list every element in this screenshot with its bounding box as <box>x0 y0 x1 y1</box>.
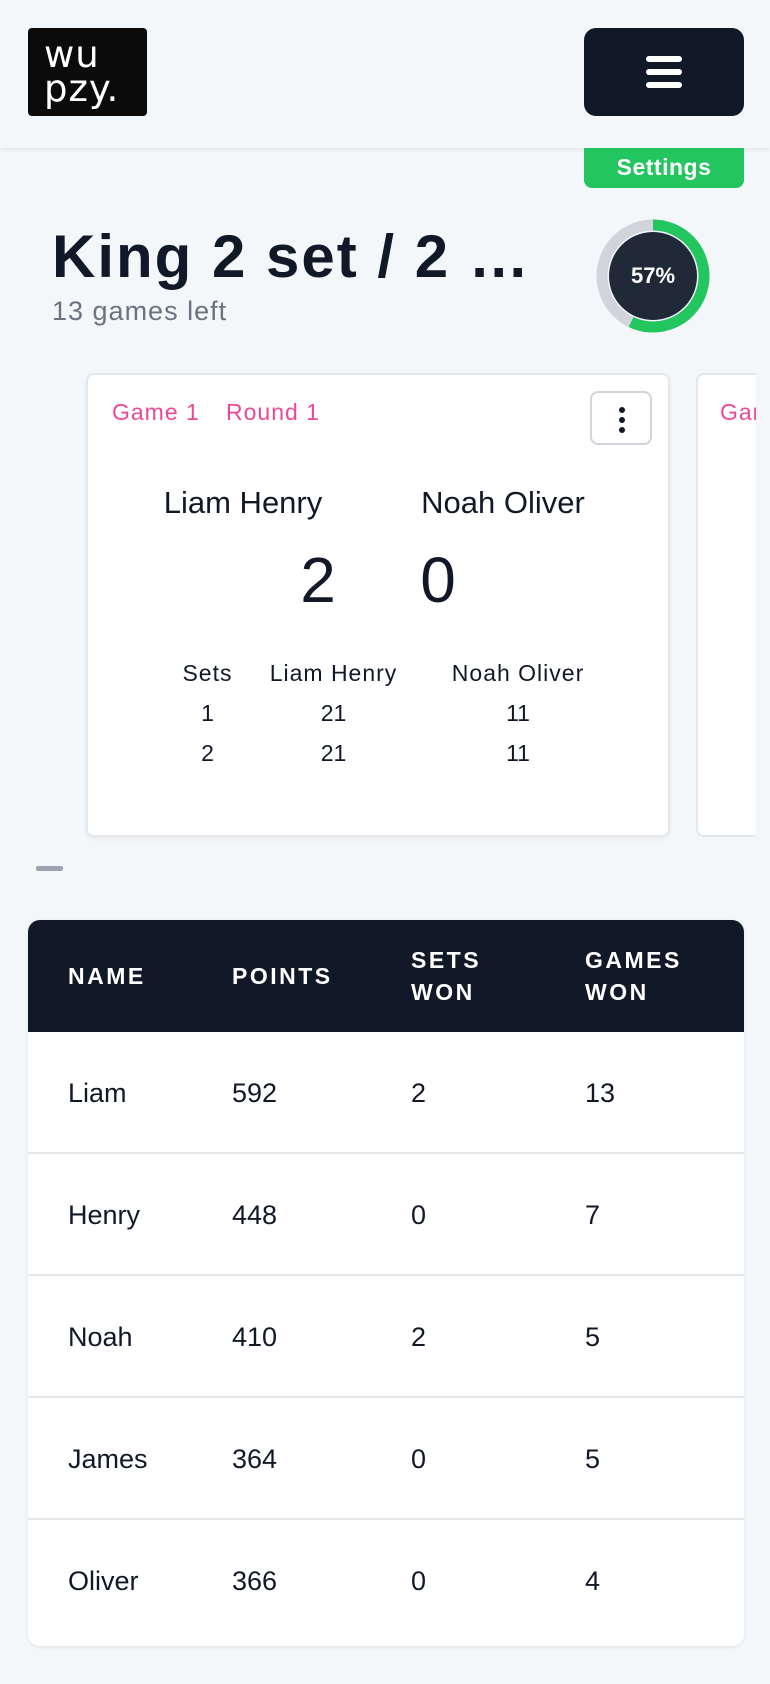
tournament-title: King 2 set / 2 rounds <box>52 223 552 290</box>
menu-button[interactable] <box>584 28 744 116</box>
player-games-won: 5 <box>585 1322 601 1352</box>
table-row[interactable]: Liam 592 2 13 <box>28 1032 744 1154</box>
player-points: 448 <box>232 1200 278 1230</box>
standings-table: Name Points Sets won Games won Liam 592 … <box>28 920 744 1646</box>
set-score-player-two: 11 <box>506 739 530 766</box>
table-row[interactable]: Henry 448 0 7 <box>28 1154 744 1276</box>
logo-line-2: pzy. <box>44 67 120 110</box>
player-name: Oliver <box>68 1566 139 1596</box>
player-games-won: 5 <box>585 1444 601 1474</box>
player-games-won: 7 <box>585 1200 601 1230</box>
sets-won-column-header[interactable]: Sets won <box>411 920 531 1032</box>
settings-button[interactable]: Settings <box>584 148 744 188</box>
player-games-won: 13 <box>585 1078 616 1108</box>
set-score-player-one: 21 <box>320 699 347 726</box>
round-number-label: Round 1 <box>226 399 320 425</box>
wupzy-logo[interactable]: wu pzy. <box>28 28 147 116</box>
player-two-header: Noah Oliver <box>451 659 585 686</box>
sets-header: Sets <box>182 659 233 686</box>
player-name: Henry <box>68 1200 141 1230</box>
table-row[interactable]: James 364 0 5 <box>28 1398 744 1520</box>
player-games-won: 4 <box>585 1566 601 1596</box>
player-name: Noah <box>68 1322 133 1352</box>
player-sets-won: 2 <box>411 1322 427 1352</box>
carousel-indicator[interactable] <box>36 866 63 871</box>
game-card: Game 1 Round 1 Liam Henry Noah Oliver 2 … <box>86 373 670 837</box>
player-one-name: Liam Henry <box>163 485 323 520</box>
player-sets-won: 0 <box>411 1200 427 1230</box>
player-points: 366 <box>232 1566 278 1596</box>
player-two-score: 0 <box>420 544 456 616</box>
player-sets-won: 2 <box>411 1078 427 1108</box>
app-header: wu pzy. <box>0 0 770 148</box>
next-game-card[interactable]: Game 2 <box>696 373 756 837</box>
games-left-text: 13 games left <box>52 296 228 326</box>
games-won-column-header[interactable]: Games won <box>585 920 705 1032</box>
player-two-name: Noah Oliver <box>421 485 585 520</box>
set-number: 1 <box>201 699 214 726</box>
player-points: 410 <box>232 1322 278 1352</box>
player-sets-won: 0 <box>411 1566 427 1596</box>
standings-header: Name Points Sets won Games won <box>28 920 744 1032</box>
player-name: James <box>68 1444 148 1474</box>
game-options-button[interactable] <box>590 391 652 445</box>
player-one-score: 2 <box>300 544 336 616</box>
set-row: 2 21 11 <box>172 733 612 773</box>
next-game-label: Game 2 <box>720 399 756 425</box>
points-column-header[interactable]: Points <box>232 920 333 1032</box>
table-row[interactable]: Noah 410 2 5 <box>28 1276 744 1398</box>
set-score-player-two: 11 <box>506 699 530 726</box>
player-points: 592 <box>232 1078 278 1108</box>
set-row: 1 21 11 <box>172 693 612 733</box>
set-score-player-one: 21 <box>320 739 347 766</box>
sets-table: Sets Liam Henry Noah Oliver 1 21 11 2 21… <box>172 653 612 773</box>
progress-label: 57% <box>630 263 676 288</box>
player-sets-won: 0 <box>411 1444 427 1474</box>
game-number-label: Game 1 <box>112 399 200 425</box>
player-one-header: Liam Henry <box>269 659 398 686</box>
player-name: Liam <box>68 1078 127 1108</box>
set-number: 2 <box>201 739 214 766</box>
name-column-header[interactable]: Name <box>68 920 146 1032</box>
table-row[interactable]: Oliver 366 0 4 <box>28 1520 744 1642</box>
player-points: 364 <box>232 1444 278 1474</box>
